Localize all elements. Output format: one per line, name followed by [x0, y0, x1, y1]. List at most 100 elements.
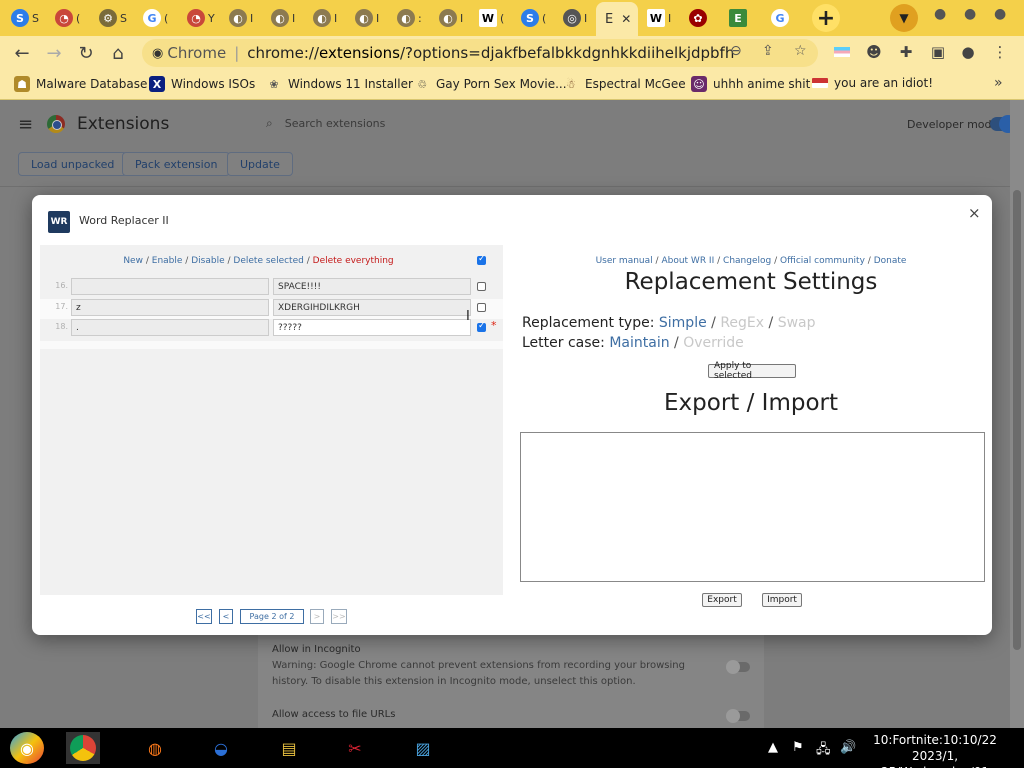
export-import-textarea[interactable] — [520, 432, 985, 582]
replace-input[interactable]: SPACE!!!! — [273, 278, 471, 295]
select-all-checkbox[interactable] — [477, 254, 486, 265]
community-link[interactable]: Official community — [780, 256, 865, 266]
tab-17[interactable]: E — [722, 4, 758, 32]
bookmark-item[interactable]: ♲ Gay Porn Sex Movie... — [414, 76, 566, 92]
changelog-link[interactable]: Changelog — [723, 256, 771, 266]
next-page-button[interactable]: > — [310, 609, 324, 624]
hamburger-menu-icon[interactable]: ≡ — [18, 114, 33, 135]
close-icon[interactable]: × — [968, 204, 981, 222]
obama-logo-icon[interactable]: ◒ — [204, 732, 238, 764]
apply-to-selected-button[interactable]: Apply to selected — [708, 361, 796, 381]
tab-1[interactable]: ◔( — [48, 4, 84, 32]
bookmark-item[interactable]: you are an idiot! — [812, 76, 933, 90]
row-checkbox[interactable] — [477, 303, 486, 312]
snipping-tool-icon[interactable]: ✂ — [338, 732, 372, 764]
tab-3[interactable]: G( — [136, 4, 172, 32]
tab-search-chevron-icon[interactable]: ▼ — [890, 4, 918, 32]
pack-extension-button[interactable]: Pack extension — [122, 152, 231, 176]
volume-icon[interactable]: 🔊 — [840, 740, 856, 755]
tab-0[interactable]: SS — [4, 4, 40, 32]
tab-close-icon[interactable]: ✕ — [621, 12, 631, 26]
profile-avatar-icon[interactable]: ● — [958, 42, 978, 62]
enable-link[interactable]: Enable — [152, 256, 183, 266]
tab-12[interactable]: S( — [514, 4, 550, 32]
maintain-option[interactable]: Maintain — [609, 335, 669, 351]
bookmark-item[interactable]: ☃ Espectral McGee — [563, 76, 686, 92]
flag-icon[interactable]: ⚑ — [792, 740, 804, 755]
photos-icon[interactable]: ▨ — [406, 732, 440, 764]
zoom-icon[interactable]: ⊖ — [730, 43, 742, 59]
firefox-icon[interactable]: ◍ — [138, 732, 172, 764]
row-checkbox[interactable] — [477, 282, 486, 291]
about-link[interactable]: About WR II — [661, 256, 714, 266]
side-panel-icon[interactable]: ▣ — [928, 42, 948, 62]
tab-11[interactable]: W( — [472, 4, 508, 32]
extensions-puzzle-icon[interactable]: ✚ — [896, 42, 916, 62]
reload-icon[interactable]: ↻ — [74, 41, 98, 65]
import-button[interactable]: Import — [762, 593, 802, 607]
address-bar[interactable]: ◉ Chrome | chrome://extensions/?options=… — [142, 39, 818, 67]
prev-page-button[interactable]: < — [219, 609, 233, 624]
user-manual-link[interactable]: User manual — [596, 256, 653, 266]
bookmark-item[interactable]: ☗ Malware Database — [14, 76, 147, 92]
export-button[interactable]: Export — [702, 593, 742, 607]
tab-15[interactable]: WI — [640, 4, 676, 32]
simple-option[interactable]: Simple — [659, 315, 707, 331]
bookmark-item[interactable]: ❀ Windows 11 Installer — [266, 76, 413, 92]
tab-7[interactable]: ◐ I — [306, 4, 342, 32]
first-page-button[interactable]: << — [196, 609, 212, 624]
maximize-icon[interactable]: ● — [964, 6, 976, 22]
incognito-toggle[interactable] — [726, 660, 750, 674]
regex-option[interactable]: RegEx — [720, 315, 764, 331]
new-tab-button[interactable]: + — [812, 4, 840, 32]
last-page-button[interactable]: >> — [331, 609, 347, 624]
tab-8[interactable]: ◐ I — [348, 4, 384, 32]
tab-2[interactable]: ⚙ S — [92, 4, 128, 32]
back-arrow-icon[interactable]: ← — [10, 41, 34, 65]
home-icon[interactable]: ⌂ — [106, 41, 130, 65]
update-button[interactable]: Update — [227, 152, 293, 176]
file-urls-toggle[interactable] — [726, 709, 750, 723]
start-button[interactable]: ◉ — [10, 732, 44, 764]
scrollbar-thumb[interactable] — [1013, 190, 1021, 650]
donate-link[interactable]: Donate — [874, 256, 907, 266]
override-option[interactable]: Override — [683, 335, 744, 351]
tab-16[interactable]: ✿ — [682, 4, 718, 32]
pride-flag-extension-icon[interactable] — [832, 42, 852, 62]
share-icon[interactable]: ⇪ — [762, 43, 774, 59]
close-window-icon[interactable]: ● — [994, 6, 1006, 22]
tab-extensions-active[interactable]: E ✕ — [596, 2, 638, 36]
delete-selected-link[interactable]: Delete selected — [233, 256, 303, 266]
bookmarks-overflow-icon[interactable]: » — [994, 75, 1003, 91]
row-checkbox[interactable] — [477, 321, 486, 332]
tab-5[interactable]: ◐ I — [222, 4, 258, 32]
tab-9[interactable]: ◐: — [390, 4, 426, 32]
find-input[interactable]: . — [71, 319, 269, 336]
find-input[interactable] — [71, 278, 269, 295]
disable-link[interactable]: Disable — [191, 256, 224, 266]
find-input[interactable]: z — [71, 299, 269, 316]
forward-arrow-icon[interactable]: → — [42, 41, 66, 65]
delete-everything-link[interactable]: Delete everything — [313, 256, 394, 266]
swap-option[interactable]: Swap — [778, 315, 816, 331]
bookmark-item[interactable]: ☺ uhhh anime shit — [691, 76, 810, 92]
file-explorer-icon[interactable]: ▤ — [272, 732, 306, 764]
replace-input[interactable]: XDERGIHDILKRGH — [273, 299, 471, 316]
tab-10[interactable]: ◐ I — [432, 4, 468, 32]
tab-4[interactable]: ◔ Y — [180, 4, 216, 32]
avatar-extension-icon[interactable]: ☻ — [864, 42, 884, 62]
network-icon[interactable]: 🖧 — [816, 740, 831, 762]
load-unpacked-button[interactable]: Load unpacked — [18, 152, 128, 176]
new-link[interactable]: New — [123, 256, 143, 266]
extensions-search[interactable]: ⌕ Search extensions — [266, 116, 385, 131]
menu-kebab-icon[interactable]: ⋮ — [990, 42, 1010, 62]
minimize-icon[interactable]: ● — [934, 6, 946, 22]
bookmark-star-icon[interactable]: ☆ — [794, 43, 807, 59]
system-clock[interactable]: 10:Fortnite:10:10/22 2023/1, 25/Wednesda… — [860, 732, 1010, 768]
tray-overflow-icon[interactable]: ▲ — [768, 740, 778, 755]
site-info-icon[interactable]: ◉ — [152, 46, 163, 61]
tab-6[interactable]: ◐ I — [264, 4, 300, 32]
chrome-taskbar-icon[interactable] — [66, 732, 100, 764]
bookmark-item[interactable]: X Windows ISOs — [149, 76, 255, 92]
replace-input[interactable]: ????? — [273, 319, 471, 336]
